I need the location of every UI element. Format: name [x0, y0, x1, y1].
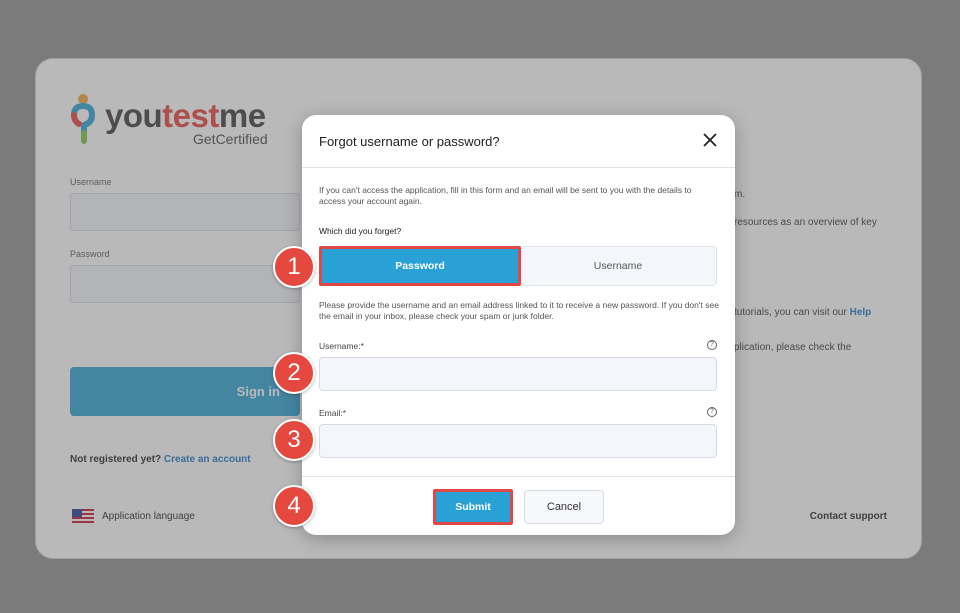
email-field-label: Email:* [319, 408, 346, 418]
step-badge-4: 4 [273, 485, 315, 527]
which-forgot-label: Which did you forget? [319, 226, 402, 236]
forgot-credentials-dialog: Forgot username or password? If you can'… [302, 115, 735, 535]
email-field[interactable] [319, 424, 717, 458]
toggle-username[interactable]: Username [520, 247, 716, 285]
username-field-label: Username:* [319, 341, 364, 351]
dialog-intro-text: If you can't access the application, fil… [319, 185, 692, 206]
cancel-button[interactable]: Cancel [524, 490, 604, 524]
toggle-password[interactable]: Password [319, 246, 521, 286]
dialog-footer: Submit Cancel [302, 476, 735, 535]
email-help-icon[interactable]: ? [707, 407, 717, 417]
username-field[interactable] [319, 357, 717, 391]
dialog-header: Forgot username or password? [302, 115, 735, 168]
step-badge-1: 1 [273, 246, 315, 288]
step-badge-2: 2 [273, 352, 315, 394]
submit-button[interactable]: Submit [433, 489, 513, 525]
provide-instructions: Please provide the username and an email… [319, 300, 719, 321]
step-badge-3: 3 [273, 419, 315, 461]
dialog-body: If you can't access the application, fil… [302, 168, 735, 476]
close-icon[interactable] [703, 133, 717, 147]
dialog-title: Forgot username or password? [319, 134, 500, 149]
forgot-type-toggle: Password Username [319, 246, 717, 286]
username-help-icon[interactable]: ? [707, 340, 717, 350]
